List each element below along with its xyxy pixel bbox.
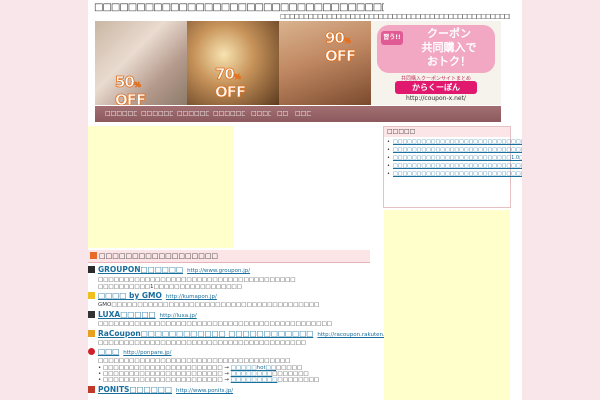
racoupon-icon [88, 330, 95, 337]
discount-70-label: 70% OFF [215, 65, 247, 102]
banner-photo-2: 70% OFF [187, 21, 279, 105]
site-link[interactable]: □□□□ by GMO http://kumapon.jp/ [98, 291, 217, 300]
site-link[interactable]: □□□ http://ponpare.jp/ [98, 347, 171, 356]
site-description: □□□□□□□□□□□□□□□□□□□□□□□□□□□□□□□□□□□□□□ [98, 277, 296, 283]
section-title: □□□□□□□□□□□□□□□□□□ [99, 252, 219, 260]
site-link[interactable]: RaCoupon□□□□□□□□□□□□ □□□□□□□□□□□□ http://… [98, 329, 400, 338]
banner-brand-panel: 習う!! クーポン 共同購入で おトク！ 共同購入クーポンサイトまとめ からくー… [371, 21, 501, 105]
sidebar-link[interactable]: □□□□□□□□□□□□□□□□□□□□□□□□□□□□□□□□□□□□□□□□ [386, 171, 522, 177]
site-link[interactable]: LUXA□□□□□ http://luxa.jp/ [98, 310, 197, 319]
sidebar-link[interactable]: □□□□□□□□□□□□□□□□□□□□□□□□□□□□□□□□□□□□□□□□… [386, 139, 522, 145]
main-nav: □□□□□□□ □□□□□□□ □□□□□□□ □□□□□□□ □□□□ □□ … [95, 106, 501, 122]
groupon-icon [88, 266, 95, 273]
site-tagline: □□□□□□□□□□□□□□□□□□□□□□□□□□□□□□□□□□□□□□□□… [280, 13, 510, 20]
nav-item-2[interactable]: □□□□□□□ [141, 106, 173, 122]
discount-90-label: 90% OFF [325, 29, 357, 66]
site-description: □□□□□□□□□□□□□□□□□□□□□□□□□□□□□□□□□□□□□ [98, 358, 291, 364]
nav-item-4[interactable]: □□□□□□□ [213, 106, 245, 122]
sidebar-link[interactable]: □□□□□□□□□□□□□□□□□□□□□□□□□□□□□□□□□□□□□□□□… [386, 163, 522, 169]
nav-item-7[interactable]: □□□ [295, 106, 311, 122]
ponpare-icon [88, 348, 95, 355]
section-header: □□□□□□□□□□□□□□□□□□ [88, 250, 370, 263]
ponits-icon [88, 386, 95, 393]
brand-logo: からくーぽん [395, 81, 477, 94]
ad-banner-right[interactable] [384, 210, 510, 400]
site-description: □□□□□□□□□□□□□□□□□□□□□□□□□□□□□□□□□□□□□□□□… [98, 321, 332, 327]
nav-item-5[interactable]: □□□□ [251, 106, 271, 122]
slogan-badge: 習う!! [381, 31, 403, 45]
brand-url: http://coupon-x.net/ [406, 95, 466, 102]
banner-photo-1: 50% OFF [95, 21, 187, 105]
luxa-icon [88, 311, 95, 318]
nav-item-3[interactable]: □□□□□□□ [177, 106, 209, 122]
rss-icon[interactable] [90, 252, 97, 259]
site-description: □□□□□□□□□□1□□□□□□□□□□□□□□□□□ [98, 284, 242, 290]
page-container: □□□□□□□□□□□□□□□□□□□□□□□□□□□□□□□□□□ □□□□□ … [88, 0, 522, 400]
header-banner[interactable]: 50% OFF 70% OFF 90% OFF 習う!! クーポン 共同購入で おトク… [95, 21, 501, 105]
ad-banner-left[interactable] [88, 126, 234, 248]
sidebar-link[interactable]: □□□□□□□□□□□□□□□□□□□□□□□□□1.0□□□□□□□□□□□□… [386, 155, 522, 161]
sidebar-widget: □□□□□ □□□□□□□□□□□□□□□□□□□□□□□□□□□□□□□□□□… [383, 126, 522, 208]
kumapon-icon [88, 292, 95, 299]
site-link[interactable]: PONITS□□□□□□ http://www.ponits.jp/ [98, 385, 233, 394]
sidebar-heading: □□□□□ [384, 127, 510, 137]
slogan-box: 習う!! クーポン 共同購入で おトク！ [377, 25, 495, 73]
nav-item-1[interactable]: □□□□□□□ [105, 106, 137, 122]
site-description: GMO□□□□□□□□□□□□□□□□□□□□□□□□□□□□□□□□□□□□□… [98, 302, 320, 308]
sidebar-link[interactable]: □□□□□□□□□□□□□□□□□□□□□□□□□□□□□□□□□□□□□□□□… [386, 147, 522, 153]
discount-50-label: 50% OFF [115, 73, 147, 105]
site-bullet: • □□□□□□□□□□□□□□□□□□□□□□□ → □□□□□□□□□□□□… [98, 377, 319, 383]
site-link[interactable]: GROUPON□□□□□□ http://www.groupon.jp/ [98, 265, 250, 274]
slogan-text: クーポン 共同購入で おトク！ [421, 27, 477, 68]
nav-item-6[interactable]: □□ [277, 106, 289, 122]
site-description: □□□□□□□□□□□□□□□□□□□□□□□□□□□□□□□□□□□□□□□□ [98, 340, 306, 346]
banner-photo-3: 90% OFF [279, 21, 371, 105]
bullet-link[interactable]: □□□□□□□□□ [231, 377, 278, 383]
